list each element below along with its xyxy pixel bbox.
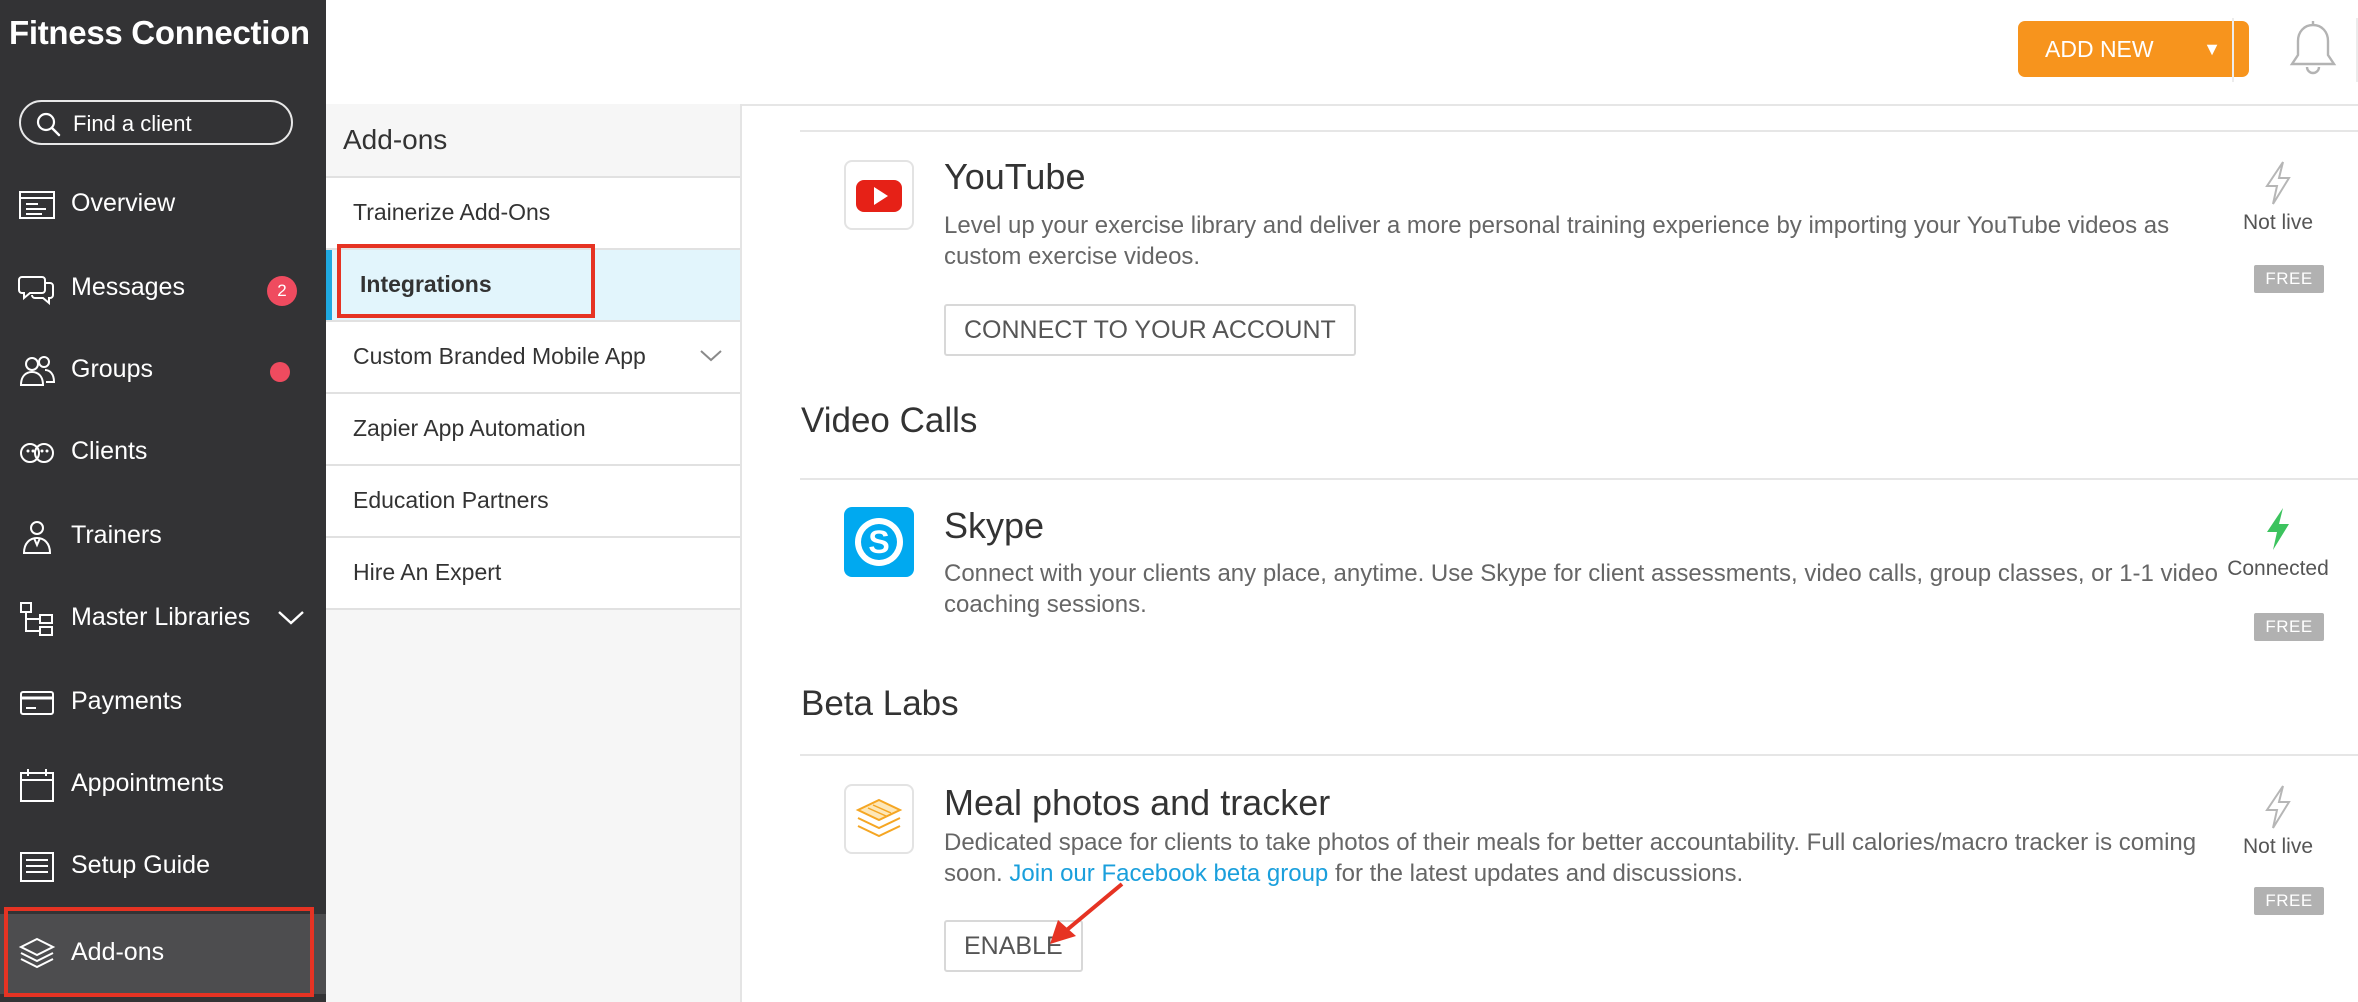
submenu-item-zapier[interactable]: Zapier App Automation	[326, 394, 740, 466]
meal-tracker-logo	[844, 784, 914, 854]
description-text: for the latest updates and discussions.	[1328, 860, 1744, 887]
nav-trainers[interactable]: Trainers	[0, 502, 326, 572]
nav-groups[interactable]: Groups	[0, 336, 326, 406]
status-text: Connected	[2227, 557, 2329, 580]
nav-label: Payments	[71, 687, 183, 715]
trainers-icon	[22, 521, 52, 554]
divider	[800, 478, 2358, 480]
integration-name: Meal photos and tracker	[944, 782, 1331, 823]
lightning-icon	[2267, 508, 2289, 550]
nav-label: Overview	[71, 189, 176, 217]
nav-clients[interactable]: Clients	[0, 418, 326, 488]
master-libraries-icon	[20, 602, 53, 636]
highlight-box	[337, 244, 595, 318]
groups-notification-dot	[270, 362, 290, 382]
submenu-item-label: Trainerize Add-Ons	[353, 199, 551, 225]
submenu-item-label: Hire An Expert	[353, 559, 502, 585]
search-icon	[36, 112, 61, 137]
nav-messages[interactable]: Messages 2	[0, 254, 326, 324]
lightning-icon	[2265, 161, 2291, 205]
add-new-label: ADD NEW	[2045, 36, 2154, 62]
nav-setup-guide[interactable]: Setup Guide	[0, 832, 326, 902]
integration-description: Level up your exercise library and deliv…	[944, 212, 2170, 270]
chevron-down-icon[interactable]	[699, 348, 723, 364]
submenu-item-label: Custom Branded Mobile App	[353, 343, 646, 369]
search-input[interactable]: Find a client	[19, 100, 293, 145]
addons-submenu: Add-ons Trainerize Add-Ons Integrations …	[326, 104, 742, 1002]
status-indicator: Not live	[2217, 784, 2339, 859]
nav-label: Master Libraries	[71, 603, 251, 631]
integration-description: Connect with your clients any place, any…	[944, 560, 2218, 618]
price-badge: FREE	[2254, 265, 2324, 293]
svg-text:S: S	[868, 524, 889, 560]
submenu-item-trainerize-addons[interactable]: Trainerize Add-Ons	[326, 178, 740, 250]
nav-label: Appointments	[71, 769, 224, 797]
bell-icon[interactable]	[2288, 20, 2338, 78]
submenu-item-custom-branded-app[interactable]: Custom Branded Mobile App	[326, 322, 740, 394]
section-title-video-calls: Video Calls	[801, 401, 978, 440]
divider	[800, 130, 2358, 132]
submenu-item-label: Education Partners	[353, 487, 549, 513]
chevron-down-icon[interactable]	[276, 607, 306, 627]
brand-name: Fitness Connection	[9, 14, 310, 51]
payments-icon	[20, 691, 54, 715]
divider	[800, 754, 2358, 756]
overview-icon	[19, 191, 55, 219]
caret-down-icon: ▼	[2203, 39, 2221, 59]
status-indicator: Not live	[2217, 160, 2339, 235]
submenu-list: Trainerize Add-Ons Integrations Custom B…	[326, 176, 740, 610]
nav-overview[interactable]: Overview	[0, 170, 326, 240]
nav-label: Groups	[71, 355, 153, 383]
highlight-box	[4, 907, 314, 997]
price-badge: FREE	[2254, 613, 2324, 641]
submenu-item-education-partners[interactable]: Education Partners	[326, 466, 740, 538]
search-placeholder: Find a client	[73, 111, 192, 136]
submenu-item-hire-expert[interactable]: Hire An Expert	[326, 538, 740, 610]
submenu-title: Add-ons	[343, 124, 448, 155]
setup-guide-icon	[20, 852, 54, 882]
calendar-icon	[20, 769, 54, 802]
main-sidebar: Fitness Connection Find a client Overvie…	[0, 0, 326, 1002]
status-indicator: Connected	[2217, 506, 2339, 581]
header-divider	[2232, 18, 2234, 82]
nav-master-libraries[interactable]: Master Libraries	[0, 584, 326, 654]
add-new-button[interactable]: ADD NEW ▼	[2018, 21, 2249, 77]
lightning-icon	[2265, 785, 2291, 829]
integration-description: Dedicated space for clients to take phot…	[944, 827, 2224, 889]
nav-label: Setup Guide	[71, 851, 210, 879]
youtube-logo	[844, 160, 914, 230]
nav-label: Clients	[71, 437, 148, 465]
submenu-item-label: Zapier App Automation	[353, 415, 586, 441]
nav-appointments[interactable]: Appointments	[0, 750, 326, 820]
nav-label: Messages	[71, 273, 185, 301]
nav-payments[interactable]: Payments	[0, 668, 326, 738]
integration-name: YouTube	[944, 156, 1086, 197]
top-header: ADD NEW ▼	[326, 0, 2358, 106]
price-badge: FREE	[2254, 887, 2324, 915]
clients-icon	[20, 443, 54, 463]
integrations-content: YouTube Level up your exercise library a…	[742, 106, 2358, 1002]
messages-icon	[18, 276, 54, 306]
status-text: Not live	[2242, 211, 2314, 234]
messages-count-badge: 2	[267, 276, 297, 306]
integration-name: Skype	[944, 505, 1045, 546]
section-title-beta-labs: Beta Labs	[801, 684, 959, 723]
skype-logo: S	[844, 507, 914, 577]
groups-icon	[19, 356, 56, 386]
nav-label: Trainers	[71, 521, 162, 549]
connect-account-button[interactable]: CONNECT TO YOUR ACCOUNT	[944, 304, 1356, 356]
annotation-arrow-icon	[1050, 882, 1124, 944]
status-text: Not live	[2242, 835, 2314, 858]
